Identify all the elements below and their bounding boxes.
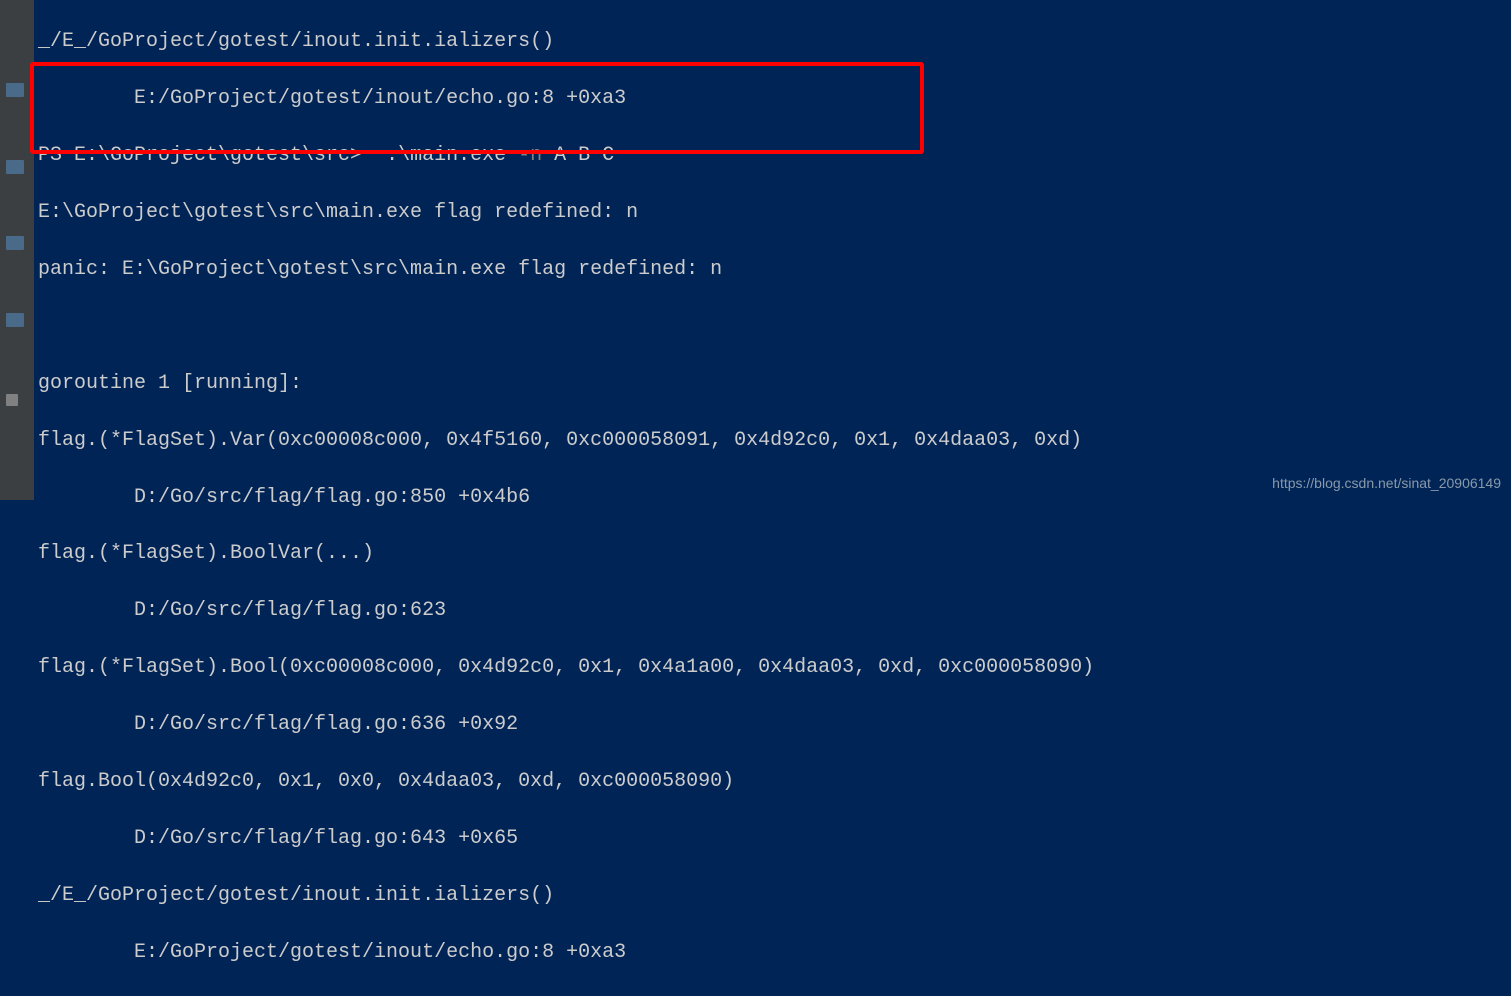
cmd-exe: .\main.exe bbox=[386, 144, 506, 167]
terminal-line: flag.(*FlagSet).BoolVar(...) bbox=[38, 540, 1507, 569]
folder-icon bbox=[6, 236, 24, 250]
terminal-line: D:/Go/src/flag/flag.go:623 bbox=[38, 597, 1507, 626]
prompt-text: PS E:\GoProject\gotest\src> bbox=[38, 144, 362, 167]
terminal-line: _/E_/GoProject/gotest/inout.init.ializer… bbox=[38, 28, 1507, 57]
terminal-line: flag.(*FlagSet).Bool(0xc00008c000, 0x4d9… bbox=[38, 654, 1507, 683]
folder-icon bbox=[6, 313, 24, 327]
watermark-text: https://blog.csdn.net/sinat_20906149 bbox=[1272, 474, 1501, 494]
terminal-line: flag.Bool(0x4d92c0, 0x1, 0x0, 0x4daa03, … bbox=[38, 768, 1507, 797]
folder-icon bbox=[6, 83, 24, 97]
terminal-line: flag.(*FlagSet).Var(0xc00008c000, 0x4f51… bbox=[38, 427, 1507, 456]
terminal-line: E:/GoProject/gotest/inout/echo.go:8 +0xa… bbox=[38, 85, 1507, 114]
terminal-line: goroutine 1 [running]: bbox=[38, 370, 1507, 399]
terminal-line: panic: E:\GoProject\gotest\src\main.exe … bbox=[38, 256, 1507, 285]
terminal-prompt-line: PS E:\GoProject\gotest\src> .\main.exe -… bbox=[38, 142, 1507, 171]
terminal-line: E:/GoProject/gotest/inout/echo.go:8 +0xa… bbox=[38, 939, 1507, 968]
ide-sidebar bbox=[0, 0, 34, 500]
terminal-line: _/E_/GoProject/gotest/inout.init.ializer… bbox=[38, 882, 1507, 911]
cmd-flag: -n bbox=[518, 144, 542, 167]
cmd-args: A B C bbox=[554, 144, 614, 167]
terminal-line: D:/Go/src/flag/flag.go:636 +0x92 bbox=[38, 711, 1507, 740]
file-icon bbox=[6, 394, 18, 406]
folder-icon bbox=[6, 160, 24, 174]
terminal-panel[interactable]: _/E_/GoProject/gotest/inout.init.ializer… bbox=[34, 0, 1511, 500]
terminal-line bbox=[38, 313, 1507, 342]
terminal-line: D:/Go/src/flag/flag.go:643 +0x65 bbox=[38, 825, 1507, 854]
terminal-line: E:\GoProject\gotest\src\main.exe flag re… bbox=[38, 199, 1507, 228]
